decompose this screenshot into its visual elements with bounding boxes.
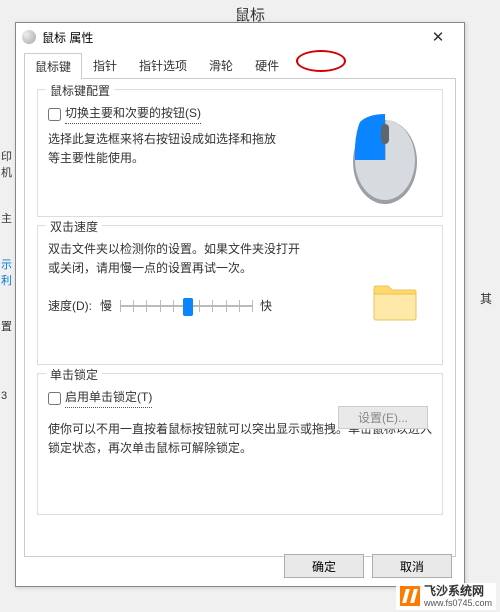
ok-button[interactable]: 确定 bbox=[284, 554, 364, 578]
annotation-ellipse bbox=[296, 50, 346, 72]
speed-desc: 双击文件夹以检测你的设置。如果文件夹没打开或关闭，请用慢一点的设置再试一次。 bbox=[48, 240, 309, 278]
left-hint: 示利 bbox=[0, 248, 10, 296]
clicklock-label: 启用单击锁定(T) bbox=[65, 388, 152, 408]
speed-fast: 快 bbox=[260, 297, 272, 316]
tab-pointers[interactable]: 指针 bbox=[82, 52, 128, 78]
config-desc: 选择此复选框来将右按钮设成如选择和拖放等主要性能使用。 bbox=[48, 130, 286, 168]
swap-buttons-checkbox[interactable] bbox=[48, 108, 61, 121]
left-hint: 置 bbox=[0, 310, 10, 342]
left-hint: 3 bbox=[0, 382, 10, 410]
tabs-bar: 鼠标键 指针 指针选项 滑轮 硬件 bbox=[24, 53, 456, 79]
group-title: 双击速度 bbox=[46, 218, 102, 235]
left-hint: 主 bbox=[0, 202, 10, 234]
group-click-lock: 单击锁定 启用单击锁定(T) 设置(E)... 使你可以不用一直按着鼠标按钮就可… bbox=[37, 373, 443, 515]
mouse-properties-dialog: 鼠标 属性 ✕ 鼠标键 指针 指针选项 滑轮 硬件 鼠标键配置 切换主要和次要的… bbox=[15, 22, 465, 587]
dialog-title: 鼠标 属性 bbox=[42, 29, 418, 46]
group-button-config: 鼠标键配置 切换主要和次要的按钮(S) 选择此复选框来将右按钮设成如选择和拖放等… bbox=[37, 89, 443, 217]
tab-hardware[interactable]: 硬件 bbox=[244, 52, 290, 78]
group-doubleclick-speed: 双击速度 双击文件夹以检测你的设置。如果文件夹没打开或关闭，请用慢一点的设置再试… bbox=[37, 225, 443, 365]
watermark-url: www.fs0745.com bbox=[424, 598, 492, 608]
dialog-footer: 确定 取消 bbox=[284, 554, 452, 578]
folder-test-icon[interactable] bbox=[372, 282, 418, 322]
speed-label: 速度(D): bbox=[48, 297, 92, 316]
cancel-button[interactable]: 取消 bbox=[372, 554, 452, 578]
clicklock-settings-button: 设置(E)... bbox=[338, 406, 428, 429]
left-hints: 印机 主 示利 置 3 bbox=[0, 0, 10, 612]
titlebar: 鼠标 属性 ✕ bbox=[16, 23, 464, 51]
speed-slow: 慢 bbox=[100, 297, 112, 316]
left-hint: 印机 bbox=[0, 140, 10, 188]
tab-wheel[interactable]: 滑轮 bbox=[198, 52, 244, 78]
group-title: 鼠标键配置 bbox=[46, 82, 114, 99]
mouse-image bbox=[346, 112, 424, 206]
swap-buttons-label: 切换主要和次要的按钮(S) bbox=[65, 104, 201, 124]
tab-pointer-options[interactable]: 指针选项 bbox=[128, 52, 198, 78]
mouse-icon bbox=[22, 30, 36, 44]
watermark-logo-icon bbox=[400, 586, 420, 606]
tab-panel: 鼠标键配置 切换主要和次要的按钮(S) 选择此复选框来将右按钮设成如选择和拖放等… bbox=[24, 79, 456, 557]
right-hint: 其 bbox=[480, 290, 500, 307]
tab-buttons[interactable]: 鼠标键 bbox=[24, 53, 82, 79]
speed-slider[interactable] bbox=[120, 296, 252, 316]
group-title: 单击锁定 bbox=[46, 366, 102, 383]
watermark: 飞沙系统网 www.fs0745.com bbox=[396, 583, 496, 610]
clicklock-checkbox[interactable] bbox=[48, 392, 61, 405]
close-button[interactable]: ✕ bbox=[418, 23, 458, 51]
watermark-name: 飞沙系统网 bbox=[424, 585, 492, 598]
